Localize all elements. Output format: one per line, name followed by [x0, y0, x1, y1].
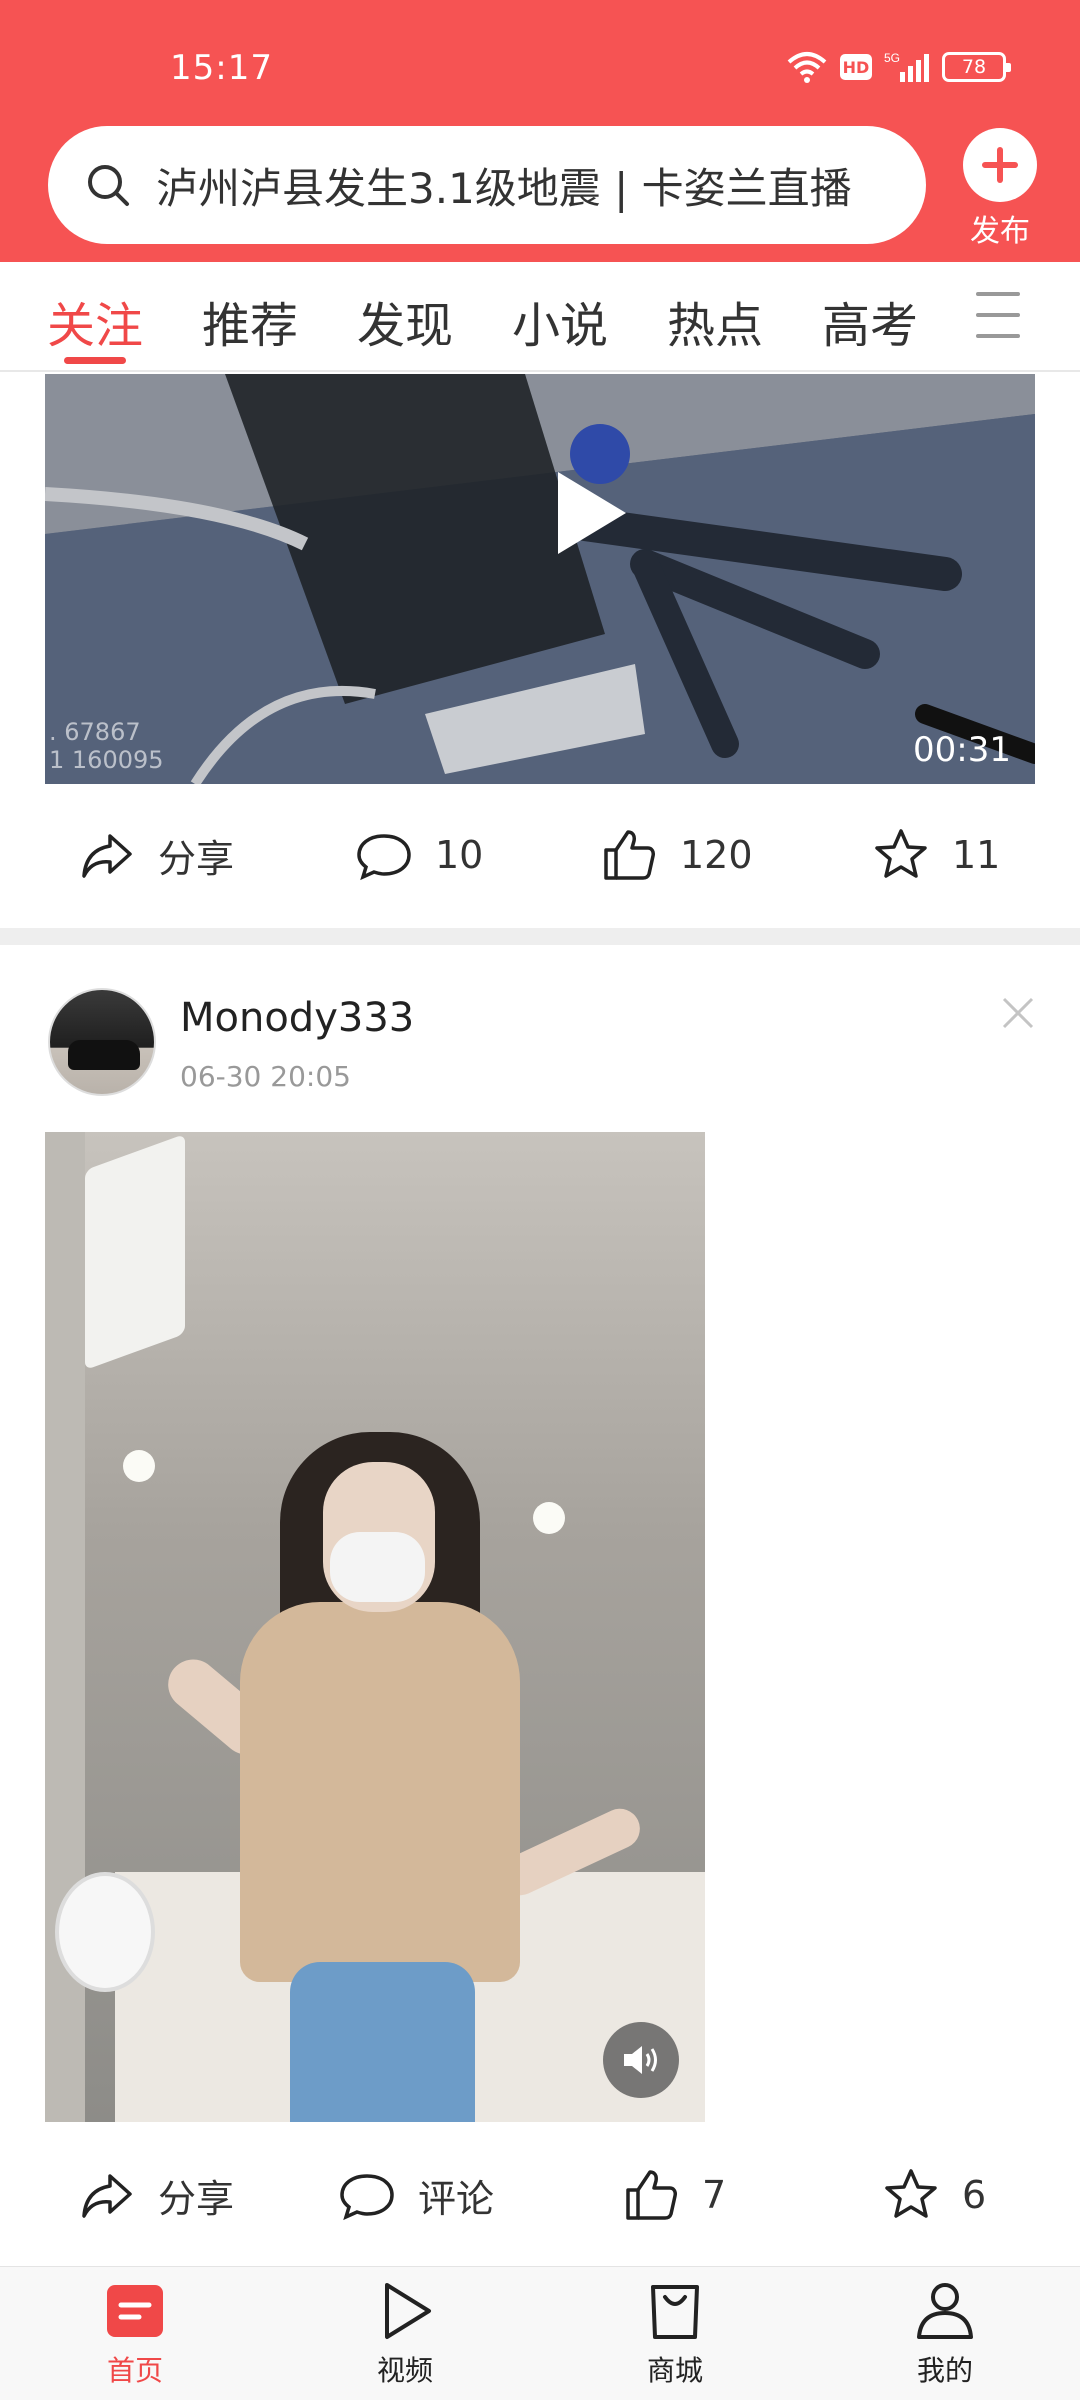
tab-discover[interactable]: 发现: [357, 286, 453, 356]
share-icon: [82, 2174, 132, 2218]
profile-icon: [917, 2283, 973, 2339]
star-icon: [885, 2169, 937, 2218]
tab-novel[interactable]: 小说: [512, 286, 608, 356]
tab-gaokao[interactable]: 高考: [822, 286, 918, 356]
plus-icon: [963, 128, 1037, 202]
shop-bag-icon: [651, 2285, 699, 2339]
menu-icon[interactable]: [976, 292, 1020, 338]
thumbs-up-icon: [626, 2170, 677, 2220]
favorite-count: 11: [952, 833, 1001, 877]
publish-label: 发布: [970, 214, 1030, 249]
home-icon: [107, 2285, 163, 2337]
favorite-count: 6: [962, 2173, 987, 2217]
search-icon: [88, 165, 129, 206]
wifi-icon: [787, 52, 827, 83]
post-timestamp: 06-30 20:05: [180, 1060, 351, 1093]
bottom-navigation: 首页 视频 商城 我的: [0, 2266, 1080, 2400]
like-count: 7: [702, 2173, 727, 2217]
nav-home[interactable]: 首页: [75, 2279, 195, 2389]
channel-tabs: 关注 推荐 发现 小说 热点 高考: [0, 262, 1080, 372]
thumbs-up-icon: [604, 830, 655, 880]
fan-image: [55, 1872, 155, 1992]
nav-video-label: 视频: [376, 2354, 433, 2387]
avatar-car-image: [68, 1040, 140, 1070]
comment-button[interactable]: 评论: [338, 2135, 494, 2255]
post2-action-bar: 分享 评论 7 6: [0, 2135, 1080, 2255]
share-button[interactable]: 分享: [78, 2135, 234, 2255]
video-thumbnail-2[interactable]: [45, 1132, 705, 2122]
comment-count: 10: [435, 833, 484, 877]
nav-profile-label: 我的: [916, 2354, 973, 2387]
comment-icon: [357, 834, 411, 881]
video-icon: [385, 2283, 431, 2339]
like-button[interactable]: 120: [600, 795, 753, 915]
video-duration: 00:31: [913, 730, 1011, 770]
search-bar[interactable]: 泸州泸县发生3.1级地震 | 卡姿兰直播: [48, 126, 926, 244]
signal-icon: 5G: [884, 51, 929, 82]
active-tab-indicator: [64, 357, 126, 364]
search-hot-text: 泸州泸县发生3.1级地震 | 卡姿兰直播: [156, 163, 852, 213]
wall-lamp-image: [123, 1450, 155, 1482]
tab-recommended[interactable]: 推荐: [202, 286, 298, 356]
share-icon: [82, 834, 132, 878]
comment-button[interactable]: 10: [355, 795, 483, 915]
comment-label: 评论: [418, 2176, 495, 2221]
video-overlay-text: . 67867 1 160095: [49, 718, 164, 774]
tab-following[interactable]: 关注: [47, 286, 143, 356]
like-button[interactable]: 7: [622, 2135, 726, 2255]
post1-action-bar: 分享 10 120 11: [0, 795, 1080, 915]
network-label: 5G: [884, 51, 900, 65]
close-icon[interactable]: [1000, 995, 1036, 1031]
avatar[interactable]: [48, 988, 156, 1096]
speaker-icon: [624, 2046, 657, 2074]
publish-button[interactable]: 发布: [960, 128, 1040, 250]
author-name[interactable]: Monody333: [180, 995, 414, 1041]
comment-icon: [340, 2174, 394, 2221]
play-icon[interactable]: [550, 468, 630, 558]
video-thumbnail-1[interactable]: . 67867 1 160095 00:31: [45, 374, 1035, 784]
star-icon: [875, 829, 927, 878]
nav-video[interactable]: 视频: [345, 2279, 465, 2389]
share-label: 分享: [158, 836, 235, 881]
favorite-button[interactable]: 6: [882, 2135, 986, 2255]
nav-shop[interactable]: 商城: [615, 2279, 735, 2389]
status-time: 15:17: [170, 48, 273, 88]
battery-indicator: 78: [942, 52, 1011, 82]
video-scene: [45, 374, 1035, 784]
nav-profile[interactable]: 我的: [885, 2279, 1005, 2389]
air-conditioner-image: [85, 1133, 185, 1371]
tab-hot[interactable]: 热点: [667, 286, 763, 356]
share-label: 分享: [158, 2176, 235, 2221]
share-button[interactable]: 分享: [78, 795, 234, 915]
hd-badge: HD: [840, 54, 872, 80]
nav-home-label: 首页: [106, 2354, 163, 2387]
wall-lamp-image: [533, 1502, 565, 1534]
feed-separator: [0, 928, 1080, 945]
top-header: 15:17 HD 5G 78 泸州泸县发生3.1级地震 | 卡姿兰直播 发布: [0, 0, 1080, 262]
nav-shop-label: 商城: [646, 2354, 703, 2387]
favorite-button[interactable]: 11: [872, 795, 1000, 915]
sound-toggle-button[interactable]: [603, 2022, 679, 2098]
like-count: 120: [680, 833, 753, 877]
status-icons: HD 5G 78: [786, 50, 1011, 84]
